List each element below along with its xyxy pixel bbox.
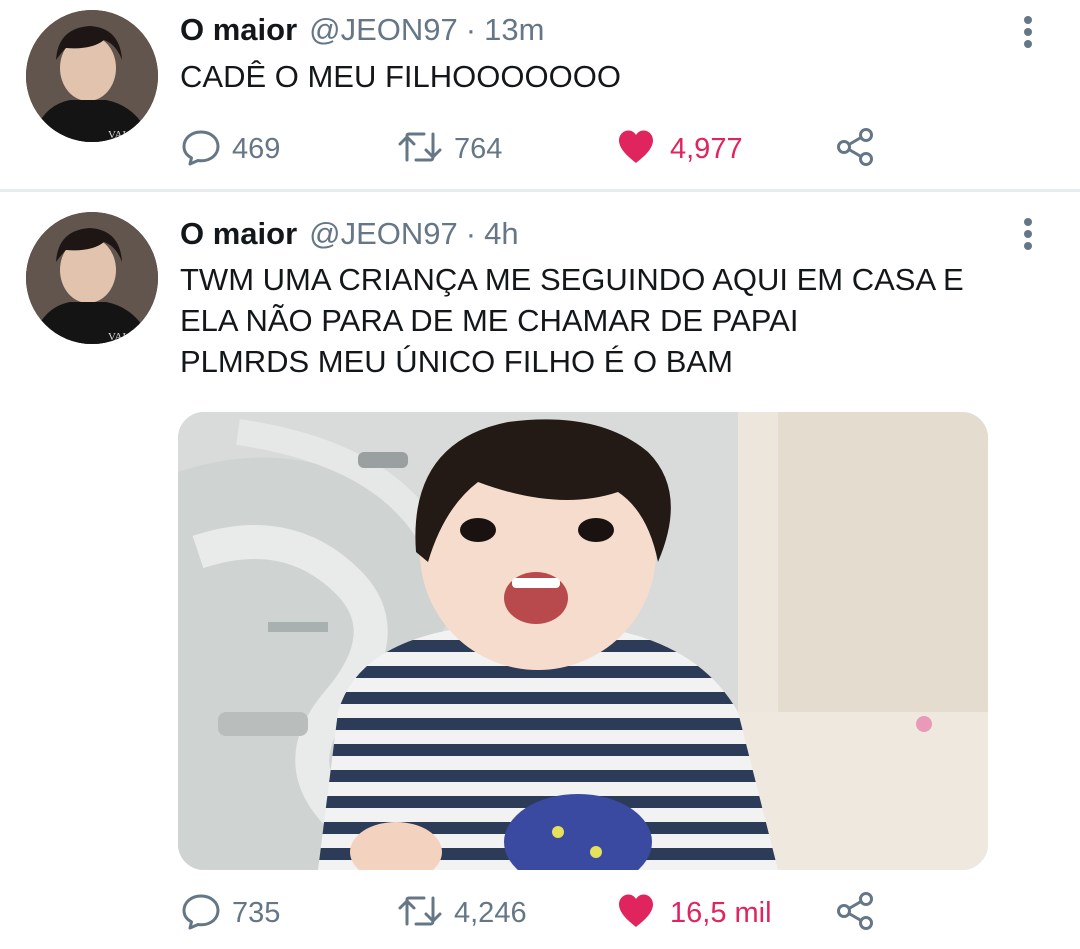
heart-icon	[616, 127, 656, 172]
retweet-button[interactable]: 4,246	[396, 888, 527, 938]
retweet-count: 764	[454, 132, 503, 165]
tweet-photo[interactable]	[178, 412, 988, 870]
timestamp[interactable]: 13m	[484, 12, 544, 48]
separator: ·	[465, 216, 477, 251]
svg-text:VALE: VALE	[108, 331, 136, 343]
retweet-count: 4,246	[454, 896, 527, 929]
retweet-button[interactable]: 764	[396, 124, 502, 174]
share-nodes-icon	[834, 125, 878, 174]
tweet-actions: 469 764 4,977	[180, 124, 900, 174]
display-name[interactable]: O maior	[180, 216, 297, 252]
retweet-arrows-icon	[396, 890, 444, 937]
speech-bubble-icon	[180, 126, 222, 173]
user-handle[interactable]: @JEON97	[309, 216, 458, 252]
retweet-arrows-icon	[396, 126, 444, 173]
share-nodes-icon	[834, 889, 878, 938]
display-name[interactable]: O maior	[180, 12, 297, 48]
like-count: 4,977	[670, 132, 743, 165]
svg-text:VALE: VALE	[108, 129, 136, 141]
share-button[interactable]	[834, 888, 878, 938]
reply-count: 469	[232, 132, 281, 165]
reply-button[interactable]: 735	[180, 888, 280, 938]
user-handle[interactable]: @JEON97	[309, 12, 458, 48]
tweet-header: O maior @JEON97 · 4h	[180, 216, 519, 256]
like-button[interactable]: 16,5 mil	[616, 888, 772, 938]
tweet-text: CADÊ O MEU FILHOOOOOOO	[180, 59, 621, 94]
tweet[interactable]: VALE O maior @JEON97 · 13m CADÊ O MEU FI…	[0, 0, 1080, 190]
separator: ·	[465, 12, 477, 47]
avatar[interactable]: VALE	[26, 212, 158, 344]
speech-bubble-icon	[180, 890, 222, 937]
like-button[interactable]: 4,977	[616, 124, 743, 174]
vertical-ellipsis-icon[interactable]	[1016, 12, 1040, 52]
vertical-ellipsis-icon[interactable]	[1016, 214, 1040, 254]
tweet-text: TWM UMA CRIANÇA ME SEGUINDO AQUI EM CASA…	[180, 262, 964, 379]
reply-count: 735	[232, 896, 281, 929]
avatar[interactable]: VALE	[26, 10, 158, 142]
reply-button[interactable]: 469	[180, 124, 280, 174]
tweet-header: O maior @JEON97 · 13m	[180, 12, 544, 52]
heart-icon	[616, 891, 656, 936]
share-button[interactable]	[834, 124, 878, 174]
timestamp[interactable]: 4h	[484, 216, 518, 252]
like-count: 16,5 mil	[670, 896, 772, 929]
tweet[interactable]: VALE O maior @JEON97 · 4h TWM UMA CRIANÇ…	[0, 192, 1080, 949]
tweet-actions: 735 4,246 16,5 mil	[180, 888, 900, 938]
